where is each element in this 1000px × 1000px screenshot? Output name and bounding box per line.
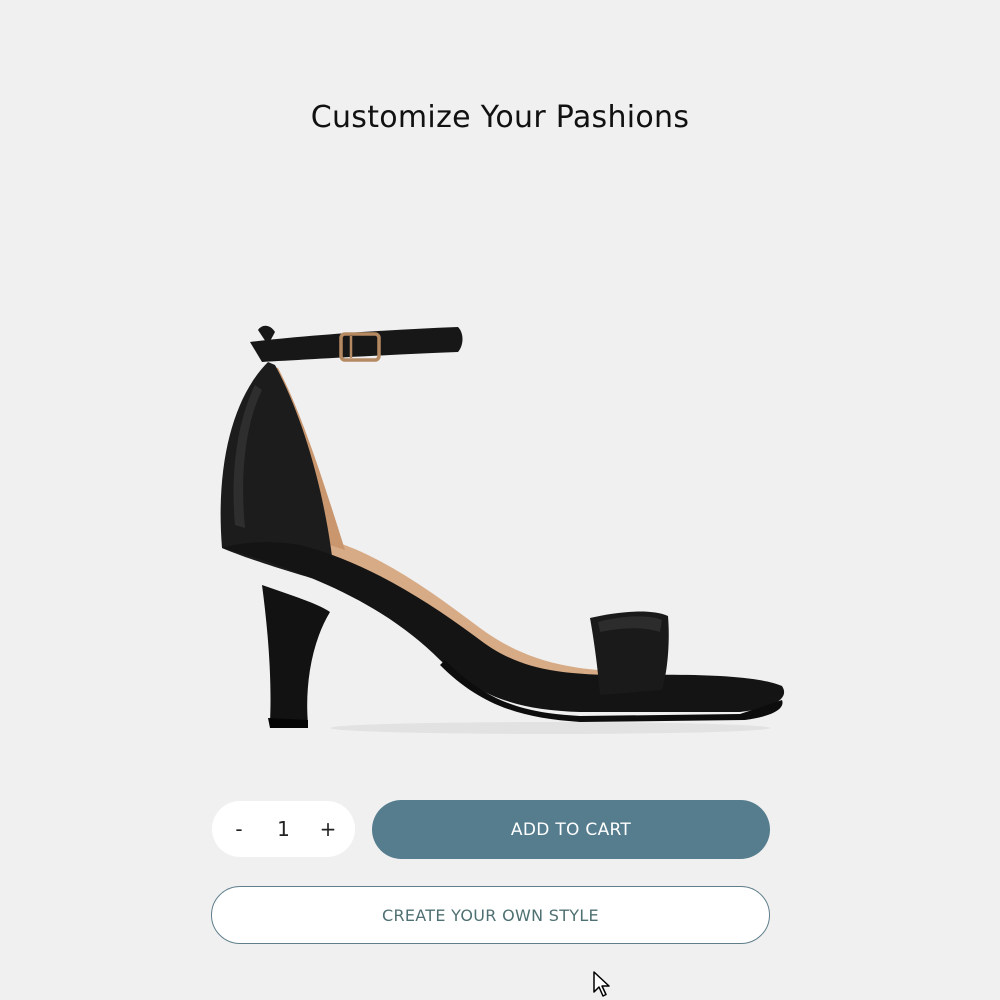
page-title: Customize Your Pashions (310, 100, 690, 135)
add-to-cart-button[interactable]: ADD TO CART (372, 800, 770, 859)
mouse-pointer-icon (593, 971, 610, 997)
sandal-product-image (220, 325, 785, 734)
quantity-value[interactable]: 1 (264, 817, 304, 841)
increment-button[interactable]: + (311, 809, 345, 849)
quantity-stepper: - 1 + (212, 801, 355, 857)
decrement-button[interactable]: - (222, 809, 256, 849)
product-page: Customize Your Pashions - 1 + ADD TO CAR… (0, 0, 1000, 1000)
create-your-own-style-button[interactable]: CREATE YOUR OWN STYLE (211, 886, 770, 944)
